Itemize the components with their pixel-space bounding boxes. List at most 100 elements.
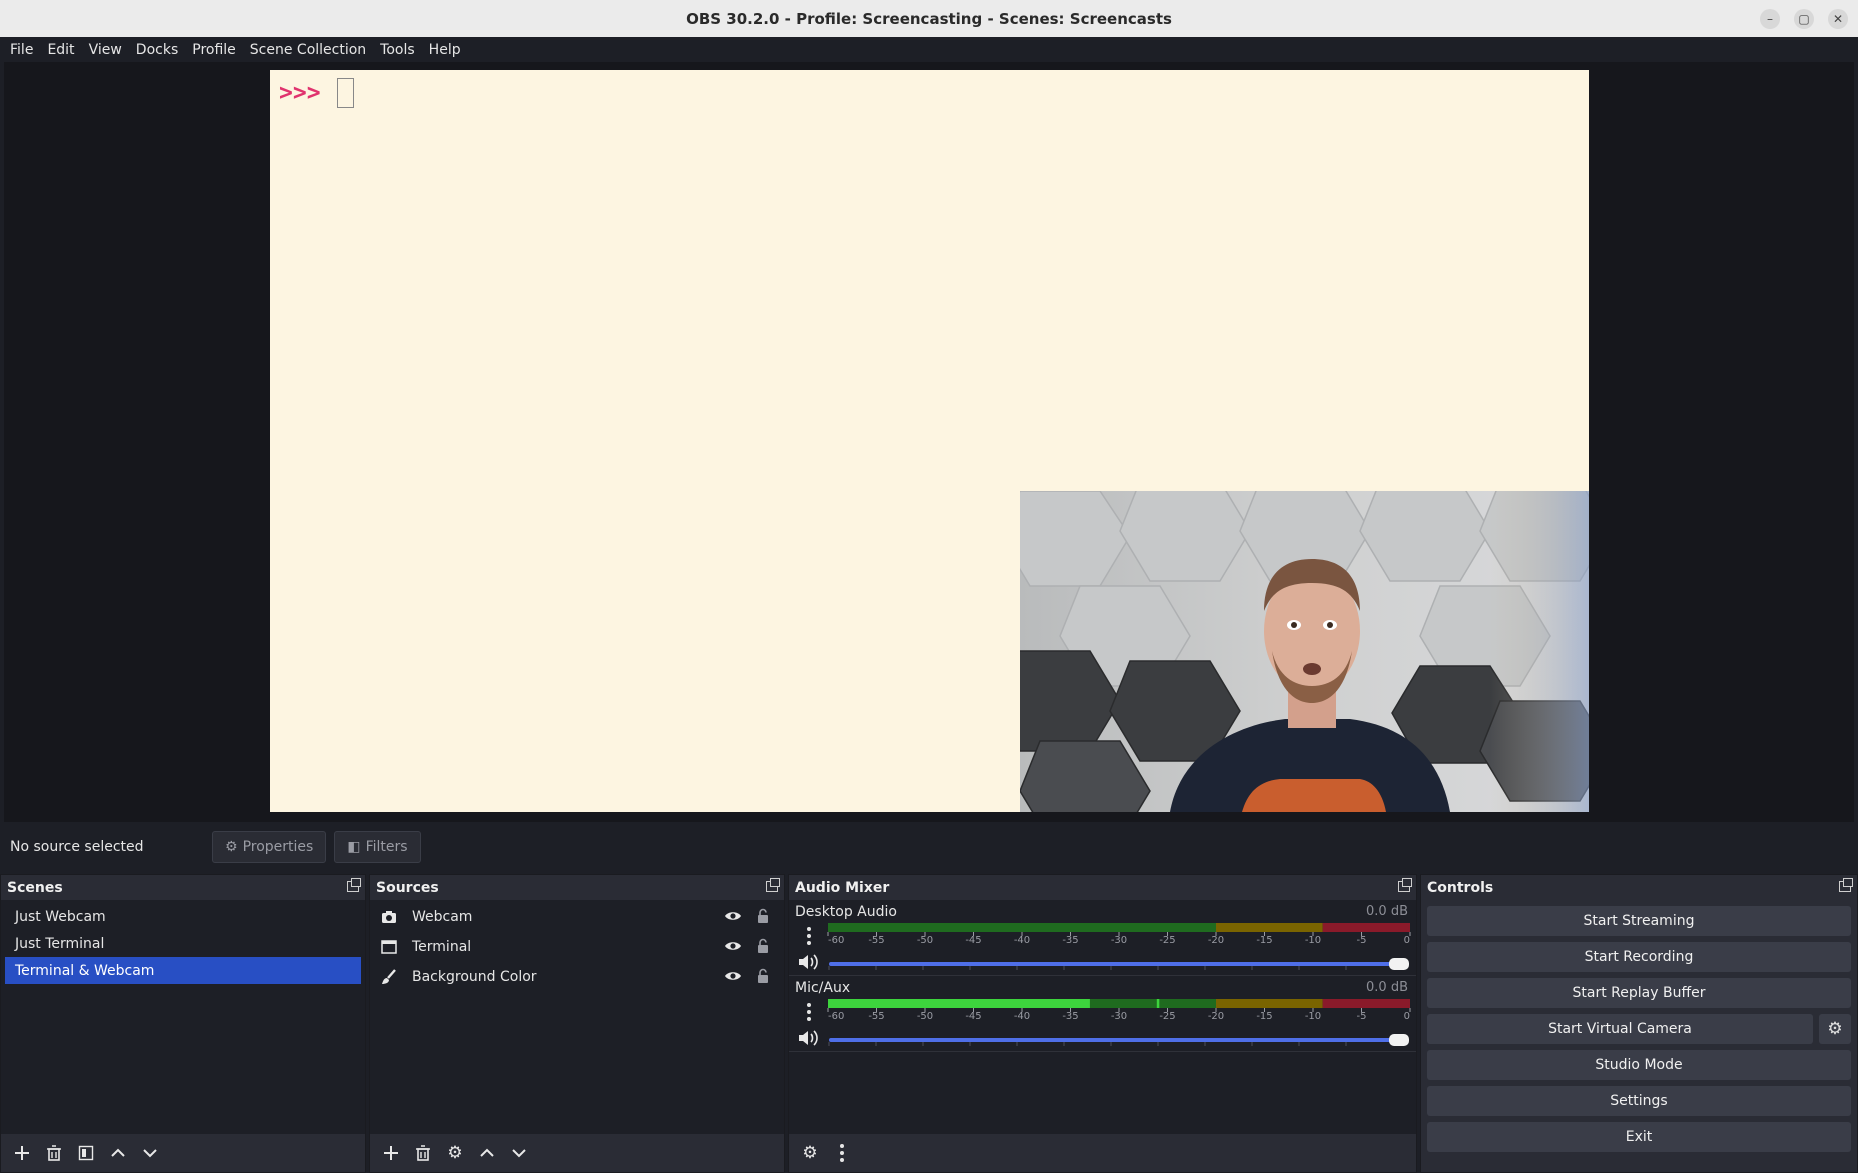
mixer-toolbar: ⚙: [789, 1134, 1416, 1172]
sources-dock-title: Sources: [370, 875, 784, 900]
menu-file[interactable]: File: [10, 42, 33, 58]
eye-icon[interactable]: [724, 939, 742, 957]
meter-tick-label: -60: [828, 1011, 844, 1019]
menu-help[interactable]: Help: [429, 42, 461, 58]
scene-item-terminal-webcam[interactable]: Terminal & Webcam: [5, 957, 361, 984]
menu-view[interactable]: View: [89, 42, 122, 58]
remove-source-button[interactable]: [410, 1140, 436, 1166]
volume-slider[interactable]: [827, 957, 1411, 971]
preview-area[interactable]: >>>: [4, 62, 1854, 822]
menu-docks[interactable]: Docks: [136, 42, 178, 58]
move-source-up-button[interactable]: [474, 1140, 500, 1166]
move-scene-up-button[interactable]: [105, 1140, 131, 1166]
meter-tick-label: -30: [1111, 935, 1127, 943]
meter-tick-label: -25: [1159, 1011, 1175, 1019]
gear-icon: ⚙: [802, 1143, 818, 1163]
meter-zone-red: [1322, 923, 1410, 932]
scene-filters-button[interactable]: [73, 1140, 99, 1166]
meter-tick-label: -35: [1062, 1011, 1078, 1019]
webcam-feed[interactable]: [1020, 491, 1589, 812]
undock-icon[interactable]: [1398, 878, 1412, 892]
volume-slider[interactable]: [827, 1033, 1411, 1047]
eye-icon[interactable]: [724, 969, 742, 987]
lock-icon[interactable]: [756, 908, 770, 928]
audio-mixer-dock: Audio Mixer Desktop Audio 0.0 dB -60 -55 -…: [788, 874, 1417, 1173]
filter-icon: ◧: [347, 839, 361, 855]
eye-icon[interactable]: [724, 909, 742, 927]
scenes-dock: Scenes Just Webcam Just Terminal Termina…: [0, 874, 366, 1173]
speaker-icon[interactable]: [797, 1029, 819, 1051]
gear-icon: ⚙: [225, 839, 238, 855]
advanced-audio-button[interactable]: ⚙: [797, 1140, 823, 1166]
controls-dock: Controls Start Streaming Start Recording…: [1420, 874, 1858, 1173]
chevron-down-icon: [143, 1149, 157, 1158]
maximize-button[interactable]: ▢: [1794, 9, 1814, 29]
start-recording-button[interactable]: Start Recording: [1427, 942, 1851, 972]
mixer-menu-button[interactable]: [829, 1140, 855, 1166]
channel-mic-aux: Mic/Aux 0.0 dB -60 -55 -50 -45 -40 -35 -30 -25-…: [789, 976, 1416, 1052]
context-bar: No source selected ⚙ Properties ◧ Filter…: [4, 826, 1854, 868]
window-controls: – ▢ ✕: [1760, 9, 1848, 29]
exit-button[interactable]: Exit: [1427, 1122, 1851, 1152]
virtual-camera-settings-button[interactable]: ⚙: [1819, 1014, 1851, 1044]
remove-scene-button[interactable]: [41, 1140, 67, 1166]
channel-db: 0.0 dB: [1366, 904, 1408, 919]
move-source-down-button[interactable]: [506, 1140, 532, 1166]
undock-icon[interactable]: [1839, 878, 1853, 892]
terminal-prompt: >>>: [279, 80, 321, 106]
plus-icon: [384, 1146, 398, 1160]
add-scene-button[interactable]: [9, 1140, 35, 1166]
menu-edit[interactable]: Edit: [47, 42, 74, 58]
add-source-button[interactable]: [378, 1140, 404, 1166]
menu-tools[interactable]: Tools: [380, 42, 415, 58]
gear-icon: ⚙: [447, 1143, 463, 1163]
filters-button[interactable]: ◧ Filters: [334, 831, 421, 863]
preview-canvas[interactable]: >>>: [270, 70, 1589, 812]
webcam-image: [1020, 491, 1589, 812]
scene-item-just-webcam[interactable]: Just Webcam: [5, 903, 361, 930]
scenes-toolbar: [1, 1134, 365, 1172]
meter-zone-yellow: [1216, 999, 1323, 1008]
window-title-bar: OBS 30.2.0 - Profile: Screencasting - Sc…: [0, 0, 1858, 37]
channel-menu-button[interactable]: [799, 1001, 819, 1023]
speaker-icon[interactable]: [797, 953, 819, 975]
menu-bar: File Edit View Docks Profile Scene Colle…: [0, 37, 1858, 62]
lock-icon[interactable]: [756, 968, 770, 988]
brush-icon: [380, 968, 398, 986]
volume-track: [829, 1038, 1393, 1042]
channel-menu-button[interactable]: [799, 925, 819, 947]
source-item-webcam[interactable]: Webcam: [370, 902, 784, 932]
scene-item-just-terminal[interactable]: Just Terminal: [5, 930, 361, 957]
undock-icon[interactable]: [766, 878, 780, 892]
sources-title: Sources: [376, 879, 439, 896]
window-title: OBS 30.2.0 - Profile: Screencasting - Sc…: [686, 9, 1172, 28]
minimize-button[interactable]: –: [1760, 9, 1780, 29]
meter-tick-label: -40: [1014, 1011, 1030, 1019]
meter-tick-label: -35: [1062, 935, 1078, 943]
properties-button[interactable]: ⚙ Properties: [212, 831, 327, 863]
plus-icon: [15, 1146, 29, 1160]
menu-scene-collection[interactable]: Scene Collection: [250, 42, 366, 58]
undock-icon[interactable]: [347, 878, 361, 892]
move-scene-down-button[interactable]: [137, 1140, 163, 1166]
trash-icon: [47, 1145, 61, 1161]
source-properties-button[interactable]: ⚙: [442, 1140, 468, 1166]
menu-profile[interactable]: Profile: [192, 42, 236, 58]
terminal-cursor: [337, 78, 354, 108]
meter-tick-label: -20: [1208, 1011, 1224, 1019]
meter-tick-label: -15: [1256, 935, 1272, 943]
chevron-up-icon: [480, 1148, 494, 1157]
start-replay-buffer-button[interactable]: Start Replay Buffer: [1427, 978, 1851, 1008]
trash-icon: [416, 1145, 430, 1161]
sources-list: Webcam Terminal Background Color: [370, 900, 784, 1134]
chevron-up-icon: [111, 1148, 125, 1157]
start-virtual-camera-button[interactable]: Start Virtual Camera: [1427, 1014, 1813, 1044]
close-button[interactable]: ✕: [1828, 9, 1848, 29]
studio-mode-button[interactable]: Studio Mode: [1427, 1050, 1851, 1080]
source-item-background-color[interactable]: Background Color: [370, 962, 784, 992]
settings-button[interactable]: Settings: [1427, 1086, 1851, 1116]
source-item-terminal[interactable]: Terminal: [370, 932, 784, 962]
start-streaming-button[interactable]: Start Streaming: [1427, 906, 1851, 936]
lock-icon[interactable]: [756, 938, 770, 958]
kebab-icon: [832, 1142, 852, 1164]
